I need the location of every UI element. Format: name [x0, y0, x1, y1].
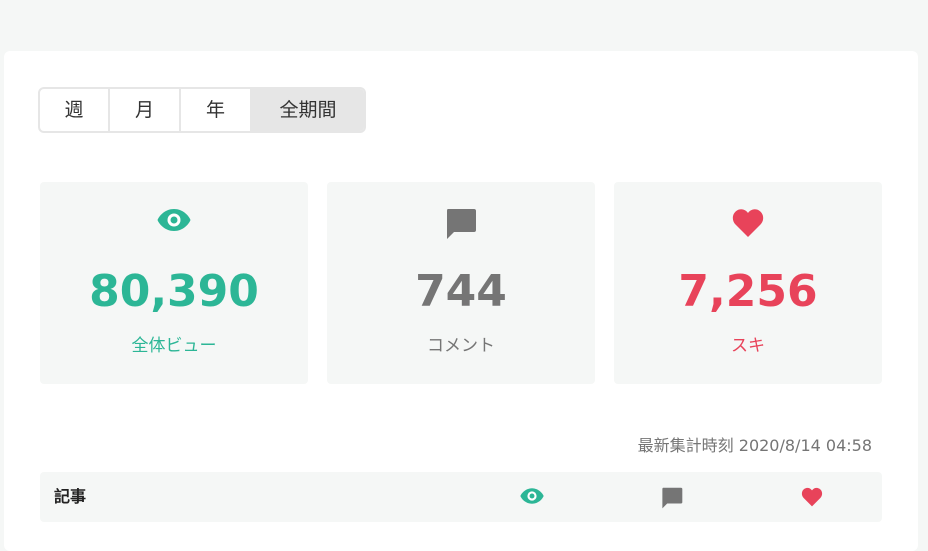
comments-count: 744: [415, 266, 507, 317]
stat-card-comments: 744 コメント: [327, 182, 595, 384]
heart-icon: [801, 487, 823, 507]
tab-week[interactable]: 週: [40, 89, 110, 131]
heart-icon: [614, 208, 882, 240]
period-tabs: 週 月 年 全期間: [38, 87, 366, 133]
dashboard-card: 週 月 年 全期間 80,390 全体ビュー 744 コメント 7,256 スキ…: [4, 51, 918, 551]
articles-table-header: 記事: [40, 472, 882, 522]
stat-card-likes: 7,256 スキ: [614, 182, 882, 384]
likes-count: 7,256: [678, 266, 818, 317]
views-label: 全体ビュー: [131, 336, 217, 356]
tab-year[interactable]: 年: [181, 89, 252, 131]
eye-icon: [520, 487, 544, 507]
comment-icon: [661, 487, 683, 509]
tab-all-time[interactable]: 全期間: [252, 89, 364, 131]
column-article: 記事: [54, 487, 87, 506]
comments-label: コメント: [427, 336, 495, 356]
last-updated-timestamp: 最新集計時刻 2020/8/14 04:58: [637, 436, 872, 455]
tab-month[interactable]: 月: [110, 89, 181, 131]
comment-icon: [327, 208, 595, 240]
likes-label: スキ: [731, 336, 765, 356]
views-count: 80,390: [89, 266, 259, 317]
eye-icon: [40, 208, 308, 240]
stat-card-views: 80,390 全体ビュー: [40, 182, 308, 384]
top-navigation: ​: [0, 0, 928, 10]
